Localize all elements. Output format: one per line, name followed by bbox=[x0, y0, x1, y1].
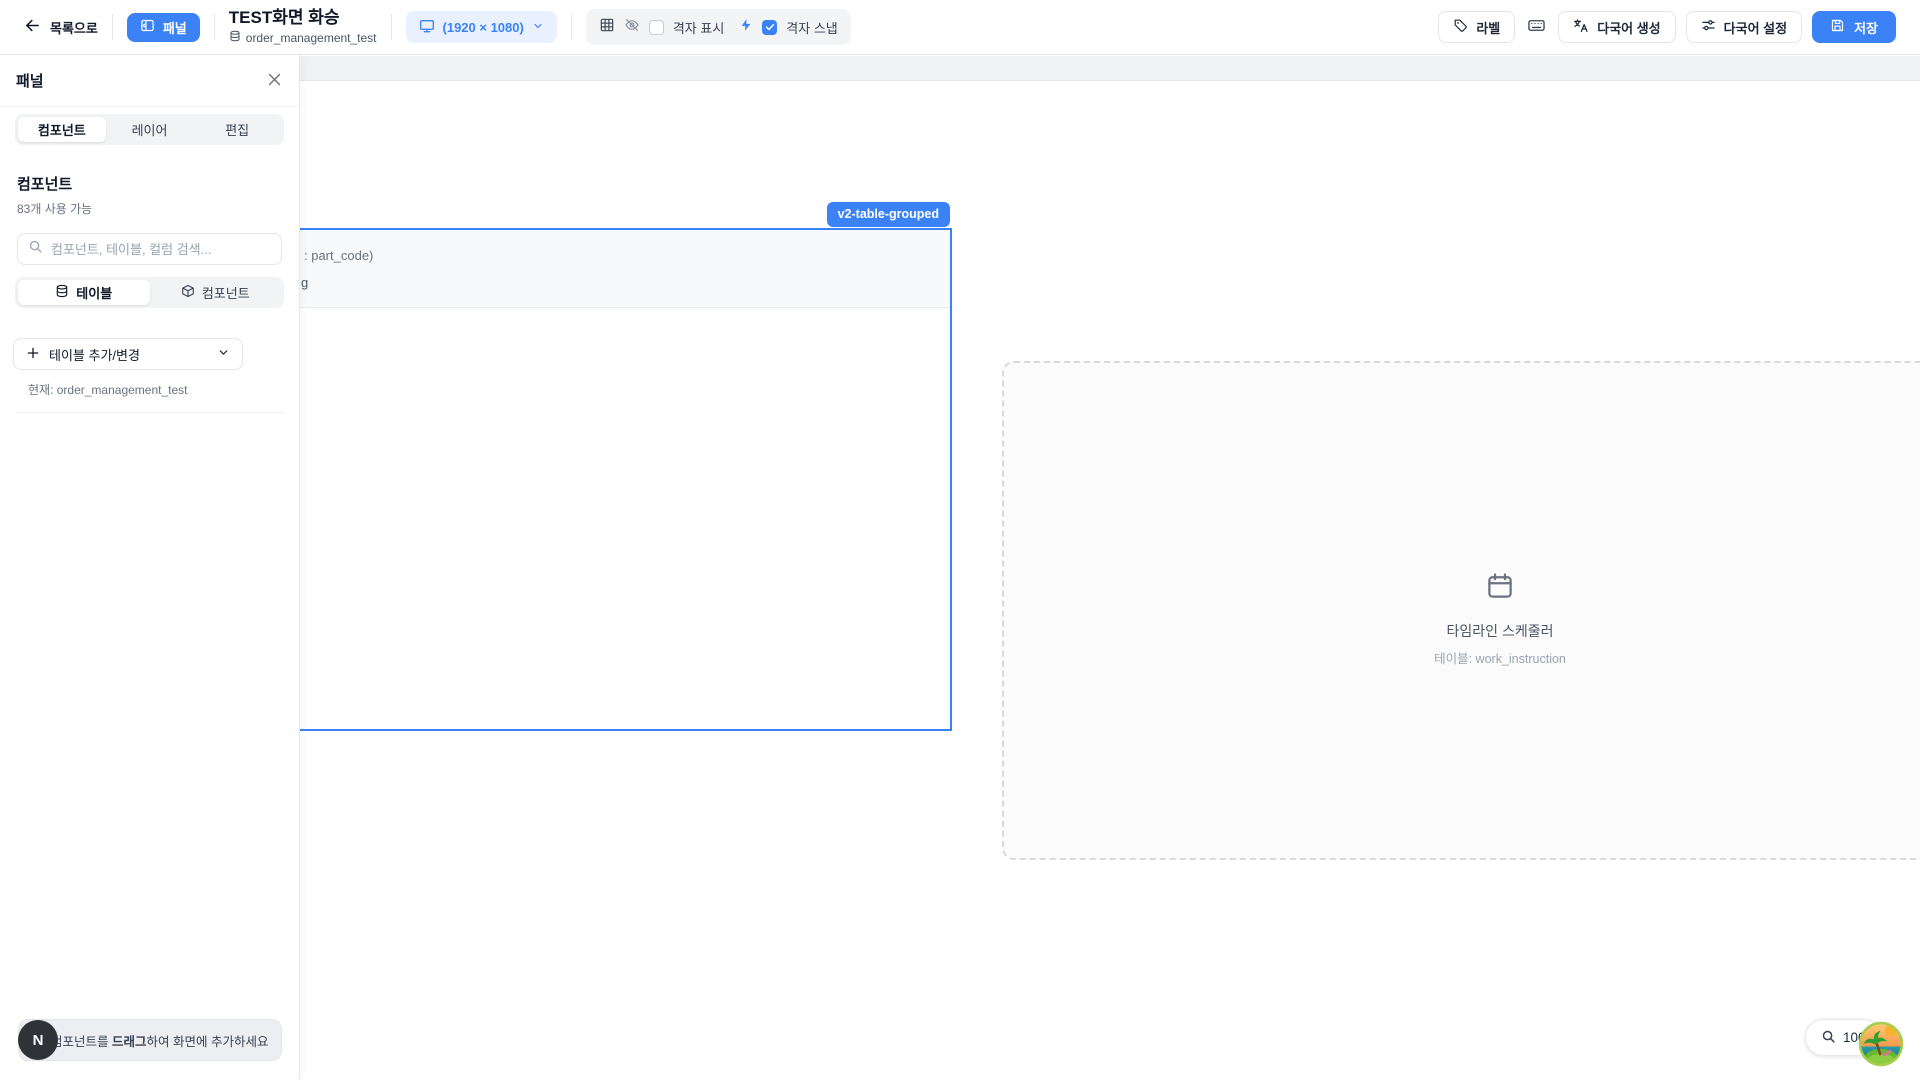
keyboard-icon bbox=[1527, 16, 1546, 38]
divider bbox=[214, 14, 215, 40]
source-mode-toggle: 테이블 컴포넌트 bbox=[15, 277, 284, 308]
top-toolbar: 목록으로 패널 TEST화면 화승 bbox=[0, 0, 1920, 55]
chevron-down-icon bbox=[532, 20, 544, 35]
calendar-icon bbox=[1485, 571, 1515, 606]
component-header-text-2: g bbox=[301, 275, 308, 290]
tag-icon bbox=[1453, 18, 1468, 36]
grid-options-group: 격자 표시 격자 스냅 bbox=[586, 9, 851, 45]
close-icon bbox=[266, 71, 283, 91]
panel-title: 패널 bbox=[16, 70, 44, 91]
toggle-tables-label: 테이블 bbox=[76, 283, 112, 302]
save-icon bbox=[1830, 18, 1845, 36]
label-button-text: 라벨 bbox=[1476, 18, 1500, 37]
lightning-icon bbox=[739, 18, 753, 37]
island-avatar bbox=[1858, 1021, 1904, 1067]
translate-icon bbox=[1573, 18, 1589, 37]
grid-show-checkbox[interactable] bbox=[649, 20, 664, 35]
save-button[interactable]: 저장 bbox=[1812, 11, 1896, 43]
panel-close-button[interactable] bbox=[266, 71, 283, 91]
divider bbox=[391, 14, 392, 40]
chevron-down-icon bbox=[217, 346, 230, 362]
page-title: TEST화면 화승 bbox=[229, 9, 377, 28]
tab-edit[interactable]: 편집 bbox=[193, 117, 281, 142]
toggle-components[interactable]: 컴포넌트 bbox=[150, 280, 282, 305]
timeline-scheduler-title: 타임라인 스케줄러 bbox=[1447, 621, 1554, 641]
screen-size-selector[interactable]: (1920 × 1080) bbox=[406, 11, 557, 43]
cursor-badge: N bbox=[18, 1020, 58, 1060]
component-header-text-1: : part_code) bbox=[304, 248, 373, 263]
panel-button-label: 패널 bbox=[163, 18, 187, 37]
eye-off-icon bbox=[624, 17, 640, 38]
plus-icon bbox=[26, 346, 40, 363]
cube-icon bbox=[181, 284, 195, 301]
components-available-count: 83개 사용 가능 bbox=[17, 200, 282, 217]
tab-layers[interactable]: 레이어 bbox=[106, 117, 194, 142]
i18n-settings-text: 다국어 설정 bbox=[1724, 18, 1787, 37]
bound-table-name: order_management_test bbox=[246, 31, 377, 45]
component-type-badge: v2-table-grouped bbox=[827, 202, 950, 227]
save-button-text: 저장 bbox=[1854, 18, 1878, 37]
search-icon bbox=[28, 239, 43, 259]
hint-bold: 드래그 bbox=[112, 1035, 147, 1049]
panel-tabs: 컴포넌트 레이어 편집 bbox=[15, 114, 284, 145]
current-table-label: 현재: order_management_test bbox=[28, 381, 299, 398]
divider bbox=[15, 412, 284, 413]
add-change-table-label: 테이블 추가/변경 bbox=[49, 345, 208, 364]
component-search bbox=[17, 233, 282, 265]
database-icon bbox=[55, 284, 69, 301]
back-label: 목록으로 bbox=[50, 18, 98, 37]
back-button[interactable]: 목록으로 bbox=[24, 17, 98, 37]
keyboard-shortcuts-button[interactable] bbox=[1525, 16, 1548, 38]
sliders-icon bbox=[1701, 18, 1716, 36]
back-arrow-icon bbox=[24, 17, 41, 37]
tab-components[interactable]: 컴포넌트 bbox=[18, 117, 106, 142]
panel-left-icon bbox=[140, 18, 155, 36]
grid-icon bbox=[599, 17, 615, 38]
add-change-table-button[interactable]: 테이블 추가/변경 bbox=[13, 338, 243, 370]
toggle-components-label: 컴포넌트 bbox=[202, 283, 250, 302]
panel-toggle-button[interactable]: 패널 bbox=[127, 13, 200, 42]
i18n-generate-button[interactable]: 다국어 생성 bbox=[1558, 11, 1675, 43]
component-timeline-scheduler[interactable]: 타임라인 스케줄러 테이블: work_instruction bbox=[1002, 361, 1920, 860]
grid-snap-label: 격자 스냅 bbox=[786, 18, 837, 37]
left-panel: 패널 컴포넌트 레이어 편집 컴포넌트 83개 사용 가능 bbox=[0, 55, 300, 1080]
divider bbox=[571, 14, 572, 40]
toggle-tables[interactable]: 테이블 bbox=[18, 280, 150, 305]
i18n-settings-button[interactable]: 다국어 설정 bbox=[1686, 11, 1802, 43]
screen-title-block: TEST화면 화승 order_management_test bbox=[229, 9, 377, 46]
i18n-generate-text: 다국어 생성 bbox=[1597, 18, 1660, 37]
components-section-title: 컴포넌트 bbox=[17, 173, 282, 194]
search-input[interactable] bbox=[51, 242, 271, 257]
hint-prefix: 컴포넌트를 bbox=[51, 1035, 112, 1049]
screen-size-value: (1920 × 1080) bbox=[443, 20, 524, 35]
grid-show-label: 격자 표시 bbox=[673, 18, 724, 37]
hint-suffix: 하여 화면에 추가하세요 bbox=[147, 1035, 269, 1049]
component-v2-table-grouped[interactable]: v2-table-grouped : part_code) g bbox=[240, 228, 952, 731]
component-header: : part_code) g bbox=[242, 230, 950, 308]
label-button[interactable]: 라벨 bbox=[1438, 11, 1515, 43]
divider bbox=[112, 14, 113, 40]
magnifier-icon bbox=[1821, 1029, 1836, 1047]
timeline-scheduler-table: 테이블: work_instruction bbox=[1434, 648, 1566, 667]
monitor-icon bbox=[419, 18, 435, 37]
grid-snap-checkbox[interactable] bbox=[762, 20, 777, 35]
database-icon bbox=[229, 30, 241, 45]
